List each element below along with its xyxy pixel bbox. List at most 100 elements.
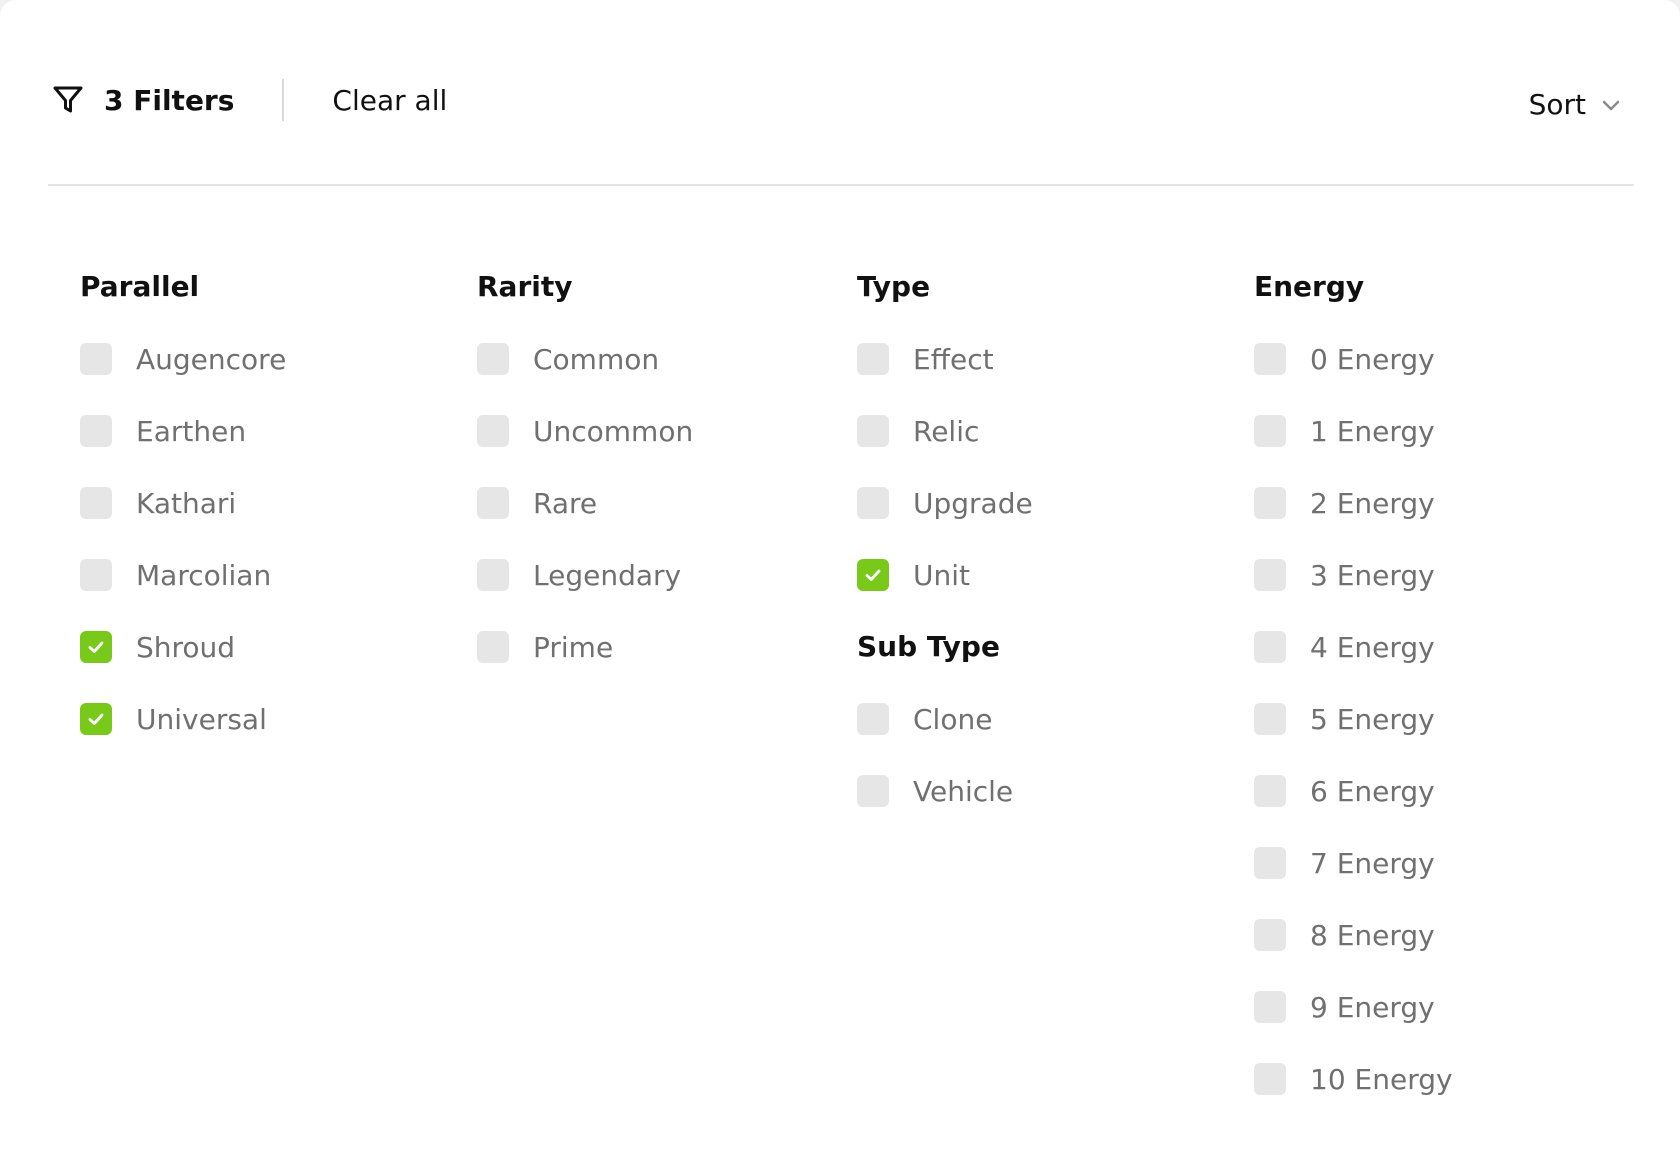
filter-option-label: Shroud: [136, 630, 236, 664]
checkbox[interactable]: [857, 415, 889, 447]
filter-option-label: 1 Energy: [1310, 414, 1435, 448]
options-sub-type: Clone Vehicle: [857, 698, 1033, 812]
group-title-parallel: Parallel: [80, 270, 200, 303]
filter-option[interactable]: 6 Energy: [1254, 770, 1453, 812]
filter-option-label: 6 Energy: [1310, 774, 1435, 808]
filter-option[interactable]: 0 Energy: [1254, 338, 1453, 380]
filter-option-label: Effect: [913, 342, 994, 376]
options-rarity: Common Uncommon Rare Legendary Prime: [477, 338, 693, 668]
options-energy: 0 Energy 1 Energy 2 Energy 3 Energy 4 Energy…: [1254, 338, 1453, 1100]
filter-option[interactable]: Marcolian: [80, 554, 286, 596]
checkbox[interactable]: [1254, 487, 1286, 519]
filter-option[interactable]: Relic: [857, 410, 1033, 452]
filter-option-label: Marcolian: [136, 558, 272, 592]
checkbox[interactable]: [1254, 559, 1286, 591]
filter-option-label: Upgrade: [913, 486, 1033, 520]
filter-count-label: 3 Filters: [104, 83, 235, 117]
checkbox[interactable]: [857, 703, 889, 735]
filter-option[interactable]: 2 Energy: [1254, 482, 1453, 524]
checkbox[interactable]: [1254, 991, 1286, 1023]
filter-option[interactable]: 9 Energy: [1254, 986, 1453, 1028]
checkbox[interactable]: [80, 343, 112, 375]
checkbox-checked[interactable]: [80, 631, 112, 663]
checkbox[interactable]: [1254, 703, 1286, 735]
filter-option[interactable]: Rare: [477, 482, 693, 524]
chevron-down-icon: [1600, 94, 1622, 116]
filter-option[interactable]: Clone: [857, 698, 1033, 740]
filter-option[interactable]: Unit: [857, 554, 1033, 596]
filter-panel: 3 Filters Clear all Sort Parallel Augenc…: [0, 0, 1680, 1160]
filter-option[interactable]: Universal: [80, 698, 286, 740]
checkbox[interactable]: [477, 559, 509, 591]
filter-option[interactable]: 7 Energy: [1254, 842, 1453, 884]
checkbox-checked[interactable]: [80, 703, 112, 735]
checkbox[interactable]: [1254, 775, 1286, 807]
filter-option-label: Universal: [136, 702, 267, 736]
filter-header: 3 Filters Clear all Sort: [48, 78, 1632, 122]
filter-option-label: Rare: [533, 486, 598, 520]
filter-option[interactable]: Prime: [477, 626, 693, 668]
filter-option-label: 3 Energy: [1310, 558, 1435, 592]
checkbox[interactable]: [80, 559, 112, 591]
checkbox[interactable]: [1254, 919, 1286, 951]
filter-option-label: 5 Energy: [1310, 702, 1435, 736]
filter-option[interactable]: Effect: [857, 338, 1033, 380]
filter-option[interactable]: Common: [477, 338, 693, 380]
filter-option[interactable]: Shroud: [80, 626, 286, 668]
checkbox[interactable]: [1254, 847, 1286, 879]
checkbox[interactable]: [477, 343, 509, 375]
checkbox[interactable]: [477, 487, 509, 519]
filter-option-label: 4 Energy: [1310, 630, 1435, 664]
filter-option-label: Uncommon: [533, 414, 694, 448]
checkbox[interactable]: [857, 343, 889, 375]
checkbox[interactable]: [1254, 343, 1286, 375]
checkbox[interactable]: [80, 415, 112, 447]
checkmark-icon: [88, 713, 104, 725]
filter-option-label: Kathari: [136, 486, 237, 520]
group-title-energy: Energy: [1254, 270, 1365, 303]
filter-option[interactable]: 8 Energy: [1254, 914, 1453, 956]
sort-label: Sort: [1528, 88, 1586, 121]
checkbox[interactable]: [857, 775, 889, 807]
filter-option[interactable]: Vehicle: [857, 770, 1033, 812]
header-separator: [48, 184, 1634, 186]
filter-option[interactable]: 4 Energy: [1254, 626, 1453, 668]
checkbox[interactable]: [1254, 1063, 1286, 1095]
filter-option-label: 7 Energy: [1310, 846, 1435, 880]
filter-option-label: 8 Energy: [1310, 918, 1435, 952]
filter-group-rarity: Rarity Common Uncommon Rare Legendary Prime: [477, 266, 693, 698]
filters-toggle[interactable]: 3 Filters: [48, 84, 234, 117]
filter-option[interactable]: Upgrade: [857, 482, 1033, 524]
filter-group-type: Type Effect Relic Upgrade Unit Sub Type Clo…: [857, 266, 1033, 842]
options-type: Effect Relic Upgrade Unit: [857, 338, 1033, 596]
filter-option[interactable]: Earthen: [80, 410, 286, 452]
checkbox[interactable]: [80, 487, 112, 519]
checkbox[interactable]: [477, 631, 509, 663]
filter-option-label: Augencore: [136, 342, 287, 376]
filter-option[interactable]: 3 Energy: [1254, 554, 1453, 596]
checkbox[interactable]: [477, 415, 509, 447]
filter-option-label: Relic: [913, 414, 980, 448]
clear-all-button[interactable]: Clear all: [332, 84, 447, 117]
filter-option[interactable]: Kathari: [80, 482, 286, 524]
filter-option-label: Legendary: [533, 558, 682, 592]
options-parallel: Augencore Earthen Kathari Marcolian Shroud Un…: [80, 338, 286, 740]
filter-option[interactable]: 5 Energy: [1254, 698, 1453, 740]
header-divider: [282, 79, 285, 121]
checkbox[interactable]: [1254, 631, 1286, 663]
filter-option-label: 2 Energy: [1310, 486, 1435, 520]
filter-funnel-icon: [52, 84, 84, 116]
checkbox[interactable]: [857, 487, 889, 519]
group-title-sub-type: Sub Type: [857, 630, 1000, 663]
filter-option[interactable]: Uncommon: [477, 410, 693, 452]
checkbox-checked[interactable]: [857, 559, 889, 591]
filter-option-label: Unit: [913, 558, 970, 592]
filter-option[interactable]: Legendary: [477, 554, 693, 596]
filter-option[interactable]: Augencore: [80, 338, 286, 380]
sort-dropdown[interactable]: Sort: [1529, 88, 1622, 121]
filter-option-label: 9 Energy: [1310, 990, 1435, 1024]
filter-option[interactable]: 1 Energy: [1254, 410, 1453, 452]
filter-option[interactable]: 10 Energy: [1254, 1058, 1453, 1100]
filter-group-parallel: Parallel Augencore Earthen Kathari Marcolia…: [80, 266, 286, 770]
checkbox[interactable]: [1254, 415, 1286, 447]
